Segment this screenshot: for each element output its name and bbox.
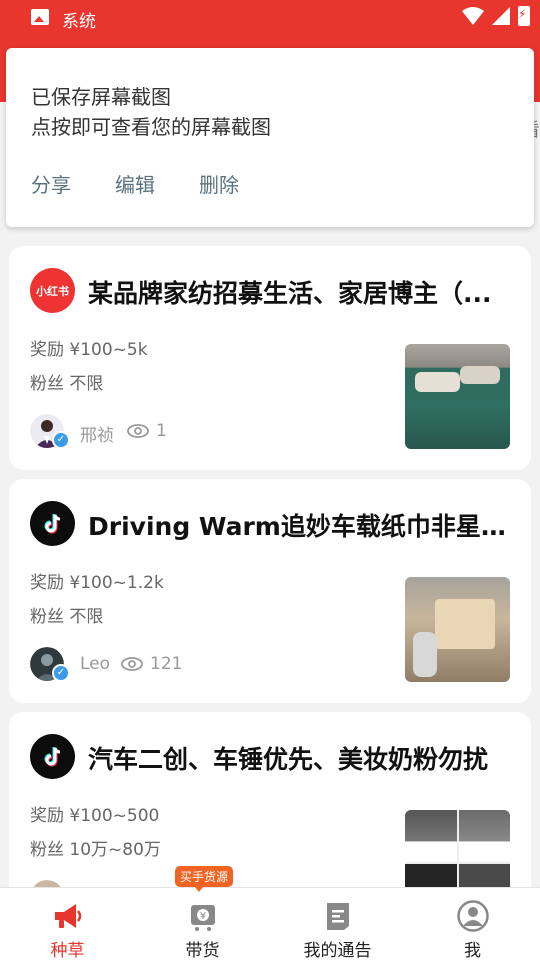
status-title: 系统 — [62, 12, 96, 32]
tab-label: 我的通告 — [303, 941, 372, 960]
tab-sell[interactable]: ¥ 带货 — [135, 888, 270, 960]
tab-label: 种草 — [50, 941, 85, 960]
eye-icon — [127, 424, 149, 438]
bottom-tab-bar: 种草 ¥ 带货 我的通告 我 — [0, 887, 540, 960]
task-fans: 粉丝 10万~80万 — [30, 840, 161, 860]
task-title: 汽车二创、车锤优先、美妆奶粉勿扰 — [88, 745, 489, 774]
tab-me[interactable]: 我 — [405, 888, 540, 960]
notification-subtitle: 点按即可查看您的屏幕截图 — [31, 115, 271, 139]
tab-my-notices[interactable]: 我的通告 — [270, 888, 405, 960]
notification-actions: 分享 编辑 删除 — [31, 169, 239, 198]
task-thumbnail — [405, 577, 510, 682]
share-button[interactable]: 分享 — [31, 169, 71, 198]
wifi-icon — [462, 7, 484, 25]
author-name: Leo — [80, 654, 111, 674]
tiktok-logo-icon — [30, 501, 75, 546]
image-icon — [31, 9, 49, 25]
eye-icon — [121, 657, 143, 671]
cart-icon: ¥ — [190, 905, 215, 931]
supply-badge: 买手货源 — [175, 866, 234, 892]
tab-grass[interactable]: 种草 — [0, 888, 135, 960]
notification-title: 已保存屏幕截图 — [31, 85, 171, 109]
task-thumbnail — [405, 344, 510, 449]
tab-label: 带货 — [185, 941, 220, 960]
author-name: 邢祯 — [80, 426, 114, 446]
view-count: 121 — [150, 654, 183, 674]
task-reward: 奖励 ¥100~5k — [30, 340, 148, 360]
signal-icon — [492, 7, 510, 25]
view-count: 1 — [156, 421, 167, 441]
task-card[interactable]: Driving Warm追妙车载纸巾非星图... 奖励 ¥100~1.2k 粉丝… — [9, 479, 531, 703]
task-reward: 奖励 ¥100~1.2k — [30, 573, 164, 593]
tab-label: 我 — [464, 941, 481, 960]
task-title: Driving Warm追妙车载纸巾非星图... — [88, 512, 508, 541]
document-icon — [326, 903, 349, 930]
tiktok-logo-icon — [30, 734, 75, 779]
megaphone-icon — [54, 904, 81, 928]
task-card[interactable]: 小红书 某品牌家纺招募生活、家居博主（... 奖励 ¥100~5k 粉丝 不限 … — [9, 246, 531, 470]
delete-button[interactable]: 删除 — [199, 169, 239, 198]
verified-icon: ✓ — [52, 431, 70, 449]
edit-button[interactable]: 编辑 — [115, 169, 155, 198]
user-icon — [456, 900, 489, 932]
battery-icon — [518, 6, 530, 26]
task-reward: 奖励 ¥100~500 — [30, 806, 160, 826]
verified-icon: ✓ — [52, 664, 70, 682]
screenshot-notification[interactable]: 已保存屏幕截图 点按即可查看您的屏幕截图 分享 编辑 删除 — [6, 48, 534, 227]
status-bar: 系统 — [0, 0, 540, 36]
svg-text:¥: ¥ — [199, 911, 205, 922]
xiaohongshu-logo-icon: 小红书 — [30, 268, 75, 313]
task-fans: 粉丝 不限 — [30, 374, 104, 394]
task-fans: 粉丝 不限 — [30, 607, 104, 627]
task-title: 某品牌家纺招募生活、家居博主（... — [88, 279, 492, 308]
status-icons — [462, 6, 530, 26]
